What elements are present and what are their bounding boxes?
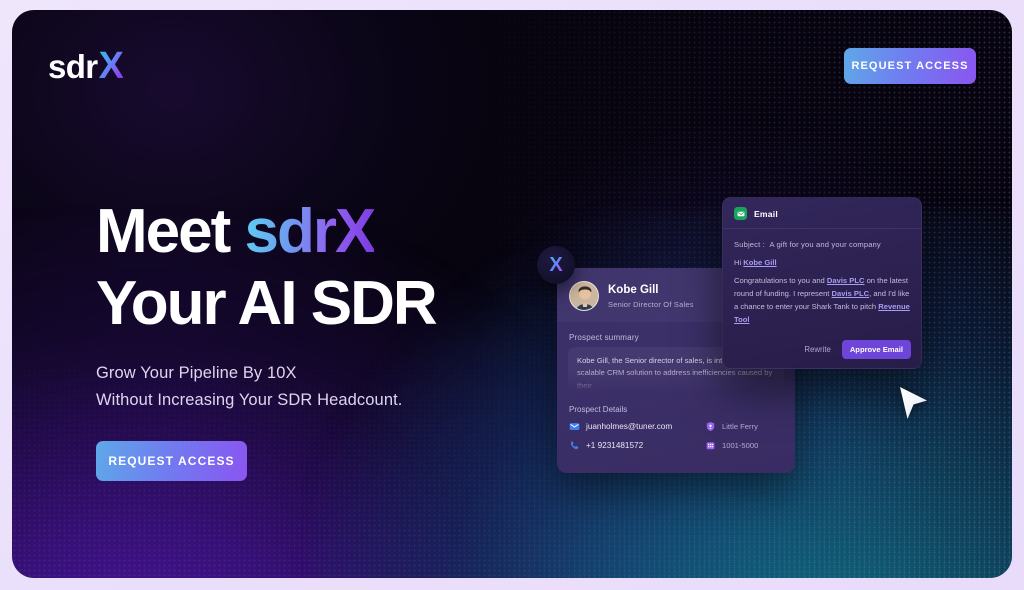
prospect-location-row[interactable]: Little Ferry	[705, 421, 783, 432]
prospect-details-grid: juanholmes@tuner.com Little Ferry +1 923…	[557, 421, 795, 451]
prospect-company-size-row[interactable]: 1001-5000	[705, 440, 783, 451]
prospect-identity: Kobe Gill Senior Director Of Sales	[608, 283, 694, 308]
sdrx-badge-letter: X	[549, 254, 563, 276]
top-navigation-bar: sdr X REQUEST ACCESS	[12, 10, 1012, 122]
hero-headline-accent: sdrX	[244, 197, 376, 266]
email-body-link-company-1[interactable]: Davis PLC	[827, 276, 865, 285]
hero-headline-plain: Meet	[96, 197, 245, 266]
shield-location-icon	[706, 421, 715, 432]
email-action-bar: Rewrite Approve Email	[802, 340, 911, 359]
brand-logo-x-mark: X	[98, 45, 124, 87]
email-subject-label: Subject :	[734, 240, 765, 249]
hero-panel: sdr X REQUEST ACCESS Meet sdrX Your AI SD…	[12, 10, 1012, 578]
hero-subheadline-line2: Without Increasing Your SDR Headcount.	[96, 390, 403, 409]
email-greeting-name[interactable]: Kobe Gill	[743, 258, 776, 267]
prospect-company-size-value: 1001-5000	[722, 441, 759, 450]
rewrite-button[interactable]: Rewrite	[802, 342, 832, 357]
prospect-phone-value: +1 9231481572	[586, 441, 644, 450]
request-access-button-header[interactable]: REQUEST ACCESS	[844, 48, 976, 84]
prospect-email-value: juanholmes@tuner.com	[586, 422, 673, 431]
email-channel-icon	[734, 207, 747, 220]
envelope-glyph-icon	[737, 211, 744, 216]
email-greeting: Hi Kobe Gill	[723, 249, 921, 267]
email-greeting-prefix: Hi	[734, 258, 744, 267]
prospect-phone-row[interactable]: +1 9231481572	[569, 440, 701, 451]
brand-logo-text: sdr	[48, 48, 98, 85]
request-access-button-hero[interactable]: REQUEST ACCESS	[96, 441, 247, 482]
email-draft-card: Email Subject : A gift for you and your …	[722, 197, 922, 369]
page-root: sdr X REQUEST ACCESS Meet sdrX Your AI SD…	[0, 0, 1024, 590]
hero-subheadline-line1: Grow Your Pipeline By 10X	[96, 363, 297, 382]
prospect-name: Kobe Gill	[608, 284, 659, 297]
email-body-part1: Congratulations to you and	[734, 276, 827, 285]
avatar-photo-icon	[570, 282, 598, 310]
email-body-text: Congratulations to you and Davis PLC on …	[723, 267, 921, 326]
email-card-header: Email	[723, 198, 921, 229]
email-subject-value: A gift for you and your company	[769, 240, 881, 249]
email-body-link-company-2[interactable]: Davis PLC	[832, 289, 870, 298]
brand-logo[interactable]: sdr X	[48, 45, 124, 87]
hero-headline-line1: Meet sdrX	[96, 197, 376, 266]
sdrx-badge: X	[537, 246, 575, 284]
prospect-role: Senior Director Of Sales	[608, 299, 694, 309]
prospect-location-value: Little Ferry	[722, 422, 758, 431]
approve-email-button[interactable]: Approve Email	[841, 340, 911, 359]
phone-icon	[570, 441, 579, 450]
hero-headline: Meet sdrX Your AI SDR	[96, 196, 516, 340]
envelope-icon	[569, 423, 580, 430]
avatar	[569, 281, 599, 311]
email-channel-label: Email	[754, 208, 778, 219]
hero-headline-line2: Your AI SDR	[96, 268, 438, 338]
company-building-icon	[706, 442, 715, 450]
product-mockup: Kobe Gill Senior Director Of Sales Prosp…	[537, 190, 937, 490]
prospect-email-row[interactable]: juanholmes@tuner.com	[569, 421, 701, 432]
prospect-details-label: Prospect Details	[569, 405, 628, 414]
hero-subheadline: Grow Your Pipeline By 10X Without Increa…	[96, 360, 516, 413]
email-subject-row: Subject : A gift for you and your compan…	[723, 229, 921, 249]
hero-copy-block: Meet sdrX Your AI SDR Grow Your Pipeline…	[96, 196, 516, 482]
